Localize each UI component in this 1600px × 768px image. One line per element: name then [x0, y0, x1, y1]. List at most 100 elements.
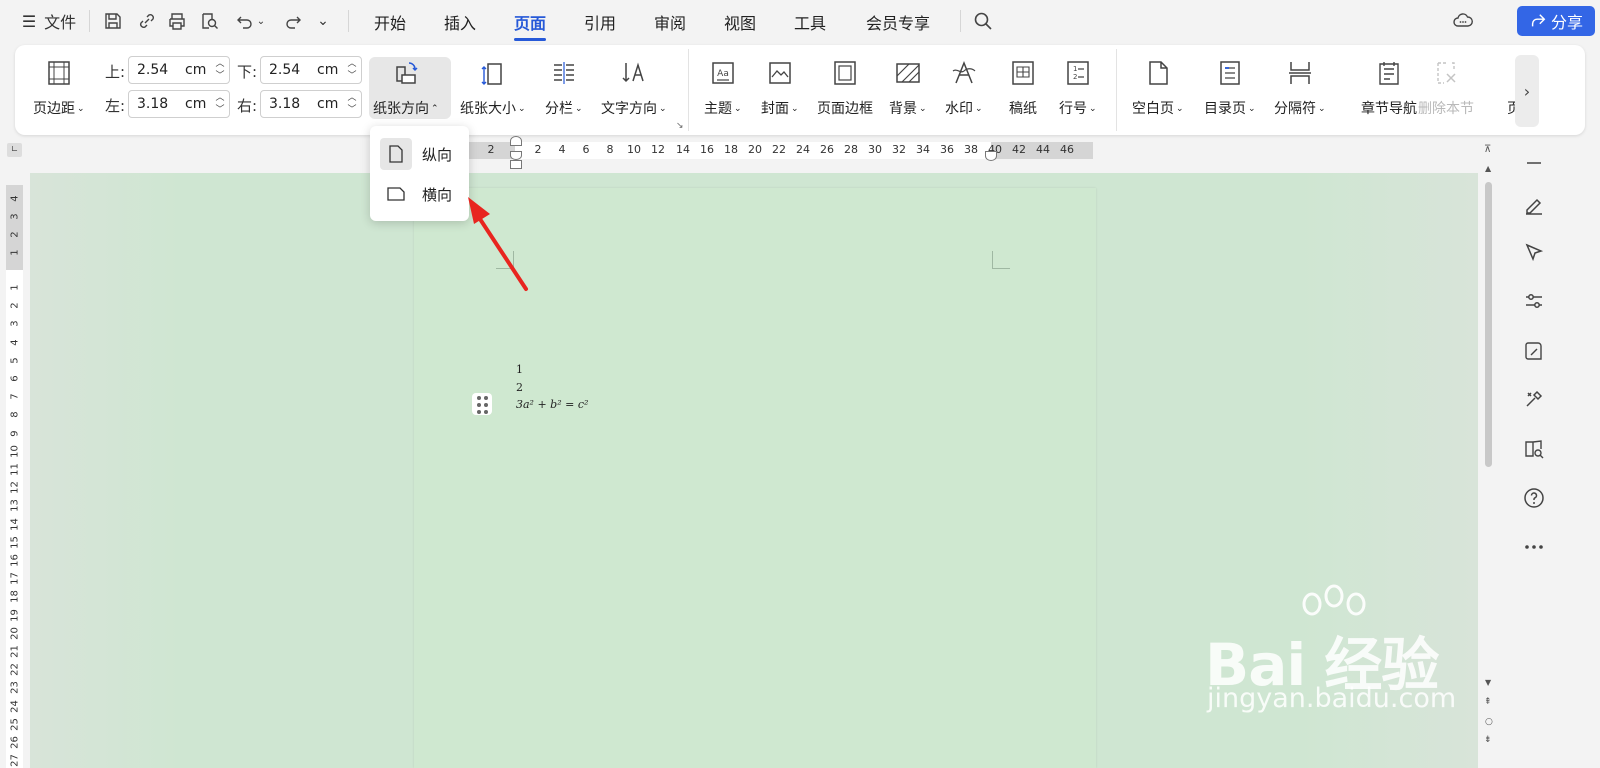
landscape-option[interactable]: 横向 — [380, 177, 460, 211]
paragraph-1[interactable]: 1 — [516, 363, 523, 376]
reading-mode-button[interactable] — [1521, 436, 1547, 462]
divider — [960, 10, 961, 32]
vertical-scrollbar[interactable]: ⊼ ▲ ▼ ⇞ ○ ⇟ — [1481, 142, 1497, 768]
ribbon-scroll-right-button[interactable]: › — [1515, 55, 1539, 127]
delete-section-button[interactable]: 删除本节 — [1418, 53, 1474, 118]
more-button[interactable] — [1521, 534, 1547, 560]
select-cursor-button[interactable] — [1521, 240, 1547, 266]
more-quick-actions-button[interactable]: ⌄ — [313, 8, 333, 34]
page-border-button[interactable]: 页面边框 — [817, 53, 873, 118]
ai-writing-button[interactable] — [1521, 338, 1547, 364]
spinner-icon[interactable]: ︿ ﹀ — [346, 92, 358, 116]
delete-section-icon — [1437, 62, 1456, 84]
manuscript-icon — [1012, 61, 1034, 85]
ruler-tick-label: 4 — [9, 338, 21, 346]
scroll-down-icon[interactable]: ▼ — [1485, 678, 1491, 687]
tab-references[interactable]: 引用 — [584, 10, 616, 34]
next-page-icon[interactable]: ⇟ — [1484, 735, 1492, 745]
ruler-tick-label: 4 — [9, 195, 21, 202]
section-nav-button[interactable]: 章节导航 — [1361, 53, 1417, 118]
hanging-indent-marker[interactable] — [510, 151, 522, 160]
section-nav-icon — [1379, 62, 1399, 85]
collapse-ruler-icon[interactable]: ⊼ — [1484, 144, 1491, 155]
print-button[interactable] — [166, 8, 188, 34]
left-margin-label: 左: — [105, 97, 126, 115]
help-button[interactable] — [1521, 485, 1547, 511]
share-button[interactable]: 分享 — [1517, 6, 1595, 36]
orientation-label: 纸张方向 — [373, 101, 429, 117]
left-margin-field[interactable]: 3.18 cm ︿ ﹀ — [128, 90, 230, 118]
horizontal-ruler[interactable]: 4224681012141618202224262830323436384042… — [455, 142, 1093, 159]
background-button[interactable]: 背景 ⌄ — [889, 53, 927, 118]
first-line-indent-marker[interactable] — [510, 136, 522, 146]
adjust-settings-button[interactable] — [1521, 288, 1547, 314]
paragraph-2[interactable]: 2 — [516, 381, 523, 394]
tab-insert[interactable]: 插入 — [444, 10, 476, 34]
margins-button[interactable]: 页边距 ⌄ — [33, 53, 85, 118]
tab-start[interactable]: 开始 — [374, 10, 406, 34]
tab-view[interactable]: 视图 — [724, 10, 756, 34]
spinner-icon[interactable]: ︿ ﹀ — [214, 92, 226, 116]
ai-pen-icon — [1525, 342, 1542, 360]
browse-object-icon[interactable]: ○ — [1485, 717, 1493, 727]
print-preview-button[interactable] — [198, 8, 220, 34]
ruler-tick-label: 38 — [964, 143, 978, 156]
cloud-button[interactable] — [1450, 8, 1476, 34]
ruler-tick-label: 26 — [9, 736, 21, 749]
columns-button[interactable]: 分栏 ⌄ — [545, 53, 583, 118]
left-indent-marker[interactable] — [510, 160, 522, 169]
tab-page[interactable]: 页面 — [514, 10, 547, 41]
right-margin-field[interactable]: 3.18 cm ︿ ﹀ — [260, 90, 362, 118]
ruler-tick-label: 1 — [9, 284, 21, 291]
undo-button[interactable]: ⌄ — [232, 8, 268, 34]
link-button[interactable] — [136, 8, 158, 34]
tools-button[interactable] — [1521, 386, 1547, 412]
orientation-button[interactable]: 纸张方向 ⌃ — [373, 53, 439, 118]
portrait-option[interactable]: 纵向 — [380, 137, 460, 171]
right-margin-label: 右: — [237, 97, 258, 115]
text-direction-button[interactable]: 文字方向 ⌄ — [601, 53, 667, 118]
menu-icon: ☰ — [21, 11, 37, 31]
spinner-icon[interactable]: ︿ ﹀ — [346, 58, 358, 82]
file-menu-button[interactable]: ☰ 文件 — [20, 8, 78, 34]
tab-tools[interactable]: 工具 — [794, 10, 826, 34]
cover-icon — [769, 62, 791, 84]
cover-button[interactable]: 封面 ⌄ — [761, 53, 799, 118]
paper-size-button[interactable]: 纸张大小 ⌄ — [460, 53, 526, 118]
ruler-tick-label: 20 — [748, 143, 762, 156]
save-button[interactable] — [102, 8, 124, 34]
watermark-icon — [952, 60, 976, 84]
blank-page-button[interactable]: 空白页 ⌄ — [1132, 53, 1184, 118]
equation-paragraph[interactable]: 3a² + b² = c² — [516, 398, 588, 411]
cloud-icon — [1453, 13, 1473, 27]
search-button[interactable] — [972, 8, 994, 34]
ruler-tick-label: 24 — [796, 143, 810, 156]
ruler-tick-label: 8 — [606, 143, 614, 156]
redo-button[interactable] — [282, 8, 304, 34]
edit-pen-button[interactable] — [1521, 192, 1547, 218]
tab-member[interactable]: 会员专享 — [866, 10, 930, 34]
tab-review[interactable]: 审阅 — [654, 10, 686, 34]
scrollbar-thumb[interactable] — [1485, 182, 1492, 467]
bottom-margin-field[interactable]: 2.54 cm ︿ ﹀ — [260, 56, 362, 84]
watermark-button[interactable]: 水印 ⌄ — [945, 53, 983, 118]
dialog-launcher-icon[interactable]: ↘ — [676, 121, 684, 131]
line-number-button[interactable]: 12 行号 ⌄ — [1059, 53, 1097, 118]
unit-label: cm — [185, 62, 207, 78]
vertical-ruler[interactable]: 4 3 2 1 1 2 3 4 5 6 7 8 9 10 11 12 13 14 15 16 17 18 19 20 21 22 2… — [6, 185, 23, 768]
top-margin-field[interactable]: 2.54 cm ︿ ﹀ — [128, 56, 230, 84]
spinner-icon[interactable]: ︿ ﹀ — [214, 58, 226, 82]
baidu-url-watermark: jingyan.baidu.com — [1207, 683, 1457, 714]
separator-button[interactable]: 分隔符 ⌄ — [1274, 53, 1326, 118]
collapse-sidebar-button[interactable] — [1521, 150, 1547, 176]
ruler-corner-tab-stop[interactable]: ∟ — [7, 143, 22, 157]
scroll-up-icon[interactable]: ▲ — [1485, 164, 1491, 173]
previous-page-icon[interactable]: ⇞ — [1484, 697, 1492, 707]
manuscript-button[interactable]: 稿纸 — [1009, 53, 1037, 118]
toc-page-button[interactable]: 目录页 ⌄ — [1204, 53, 1256, 118]
file-menu-label: 文件 — [44, 13, 77, 32]
theme-button[interactable]: Aa 主题 ⌄ — [704, 53, 742, 118]
right-indent-marker[interactable] — [985, 151, 997, 161]
drag-handle-icon[interactable] — [472, 393, 492, 415]
ruler-tick-label: 3 — [9, 213, 21, 220]
